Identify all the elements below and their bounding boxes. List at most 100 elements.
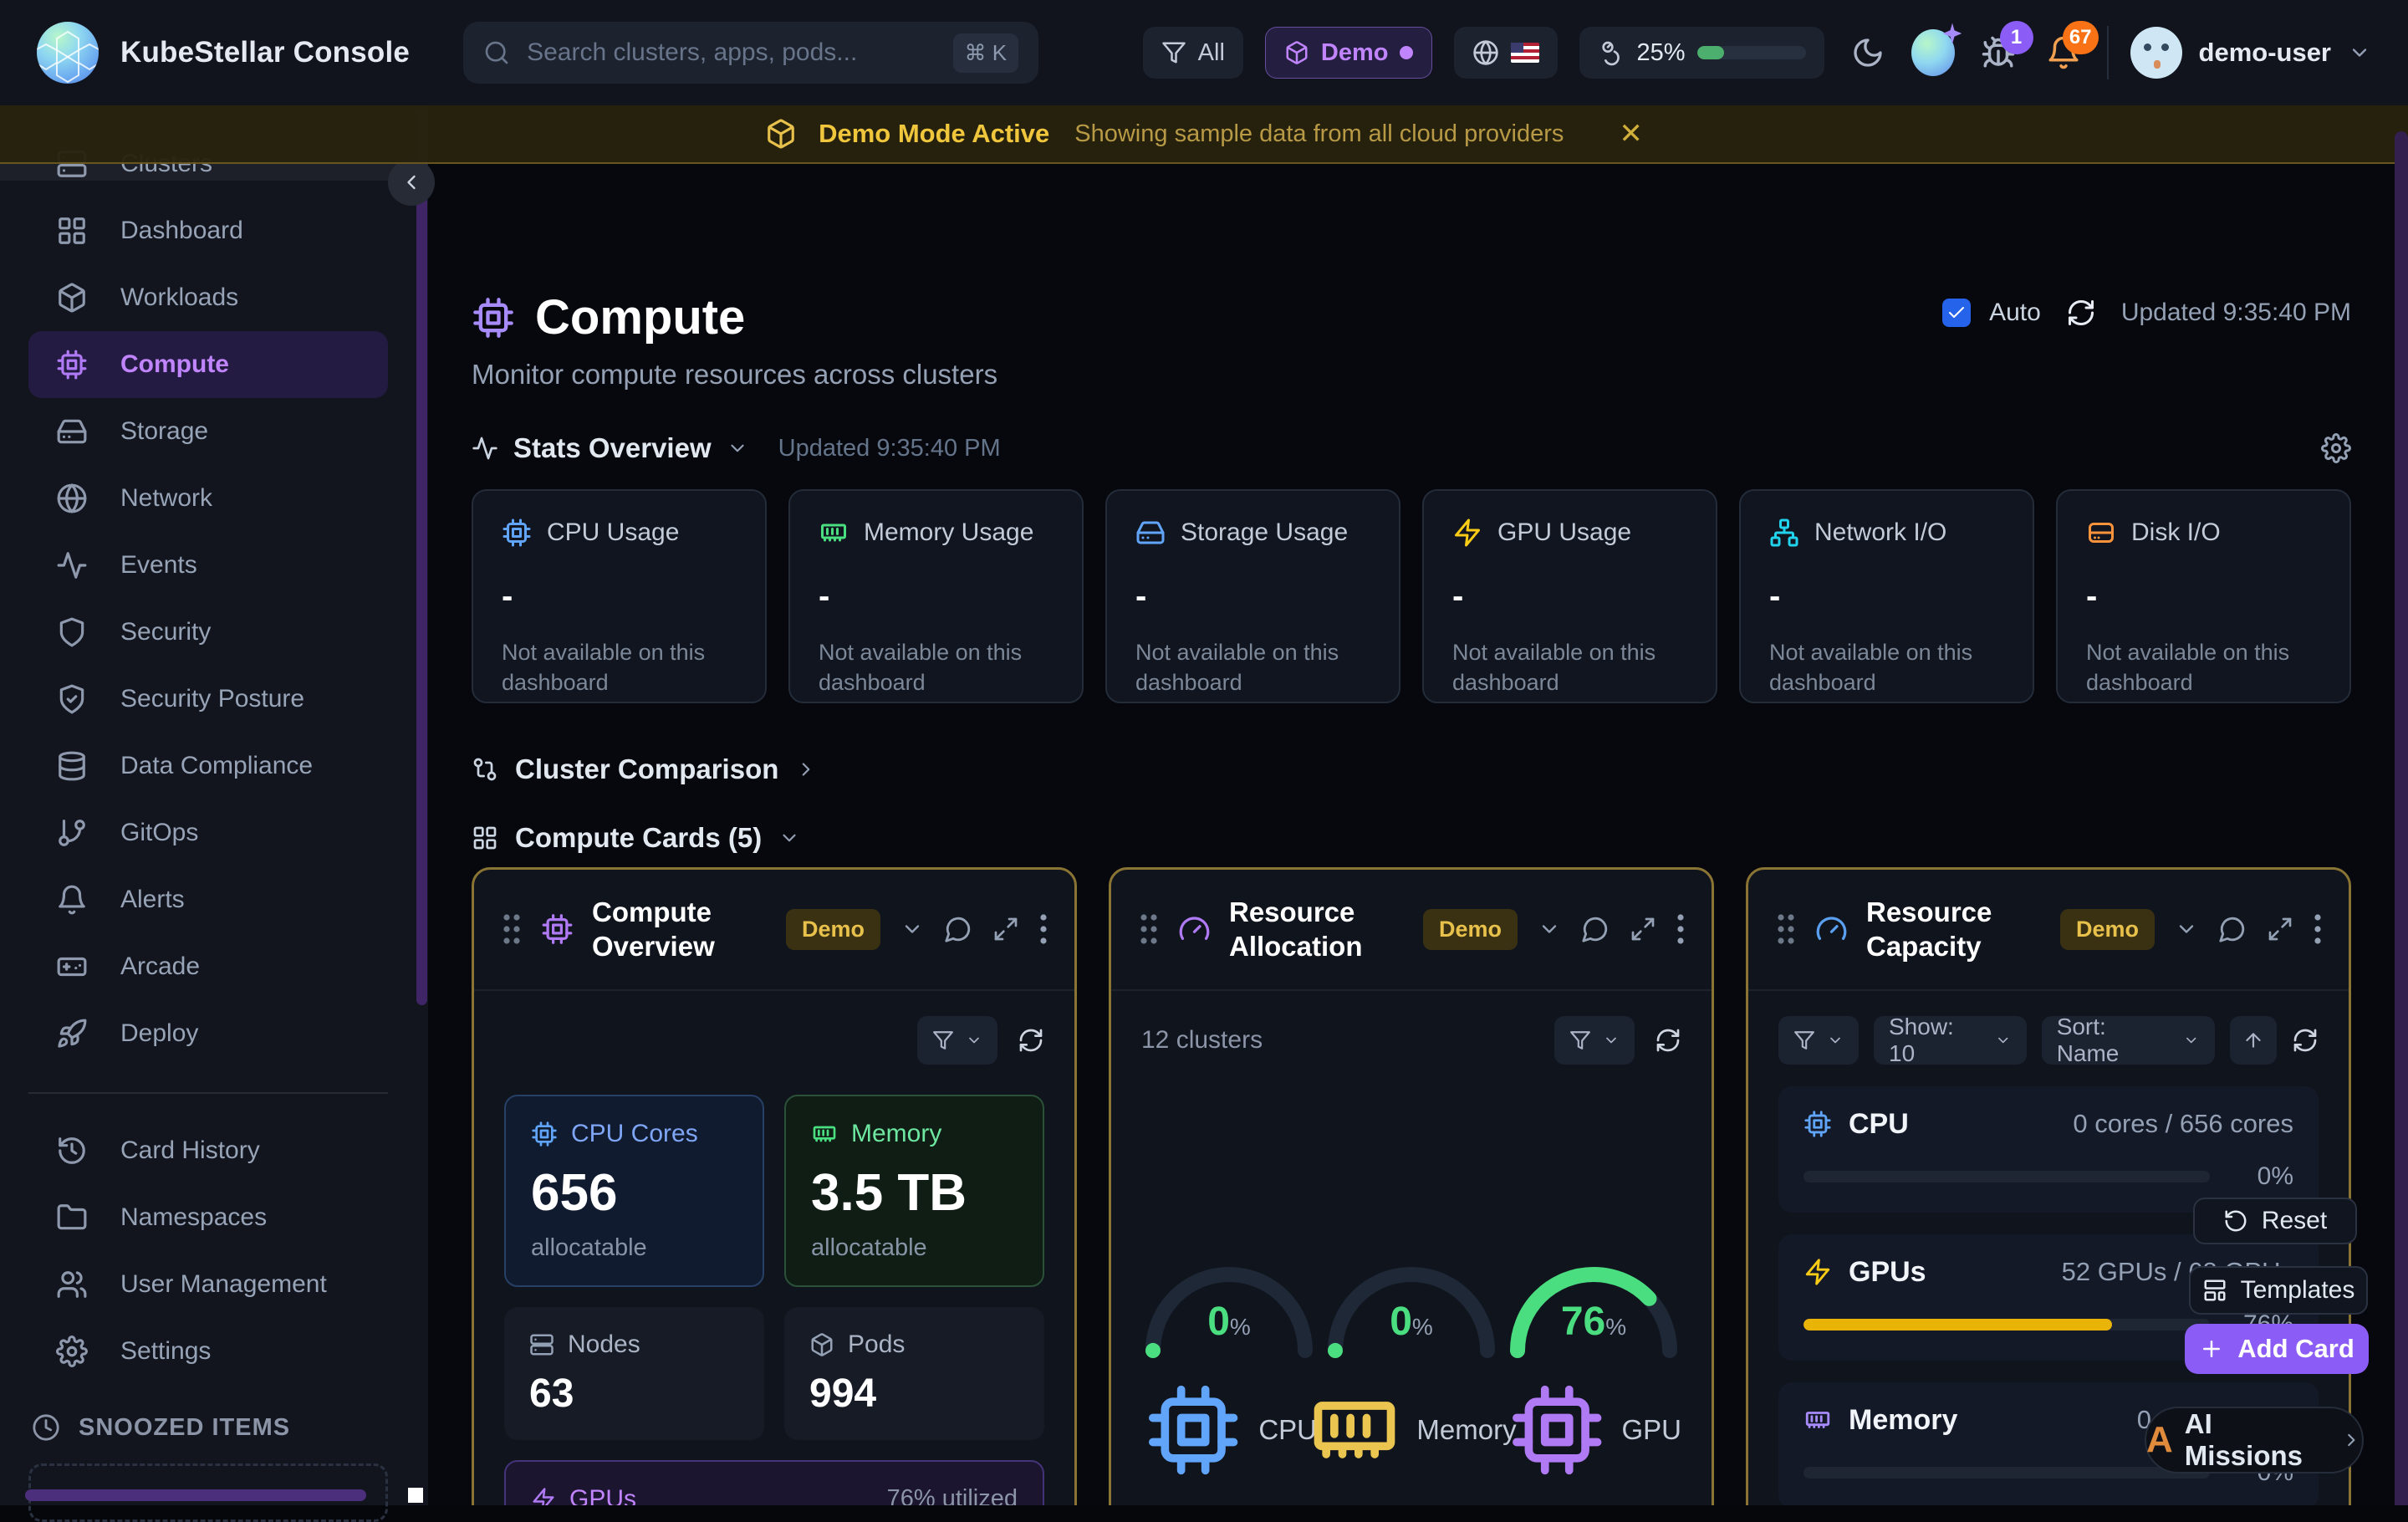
kebab-menu-icon[interactable] bbox=[1676, 914, 1685, 944]
shield-icon bbox=[55, 616, 89, 648]
chevron-down-icon[interactable] bbox=[1538, 917, 1561, 941]
app-title: KubeStellar Console bbox=[120, 36, 410, 69]
capacity-refresh-button[interactable] bbox=[2292, 1027, 2319, 1054]
sidebar-item-label: Arcade bbox=[120, 953, 200, 981]
sidebar-item-security-posture[interactable]: Security Posture bbox=[0, 666, 416, 733]
sidebar-item-workloads[interactable]: Workloads bbox=[0, 264, 416, 331]
gauge-unit: % bbox=[1605, 1314, 1626, 1340]
sidebar-item-alerts[interactable]: Alerts bbox=[0, 866, 416, 933]
language-button[interactable] bbox=[1454, 27, 1558, 79]
expand-icon[interactable] bbox=[1630, 916, 1656, 942]
sidebar-item-arcade[interactable]: Arcade bbox=[0, 933, 416, 1000]
zoom-meter[interactable] bbox=[1697, 46, 1806, 59]
chevron-down-icon[interactable] bbox=[2175, 917, 2198, 941]
stat-note: Not available on this dashboard bbox=[1769, 637, 2004, 698]
chevron-down-icon[interactable] bbox=[900, 917, 924, 941]
sort-dropdown[interactable]: Sort: Name bbox=[2042, 1016, 2215, 1065]
sidebar-item-card-history[interactable]: Card History bbox=[0, 1117, 416, 1184]
gpu-utilized-label: 76% utilized bbox=[887, 1485, 1018, 1505]
sidebar-item-label: Card History bbox=[120, 1136, 260, 1165]
kebab-menu-icon[interactable] bbox=[1039, 914, 1048, 944]
sidebar-item-user-management[interactable]: User Management bbox=[0, 1251, 416, 1318]
sidebar-collapse-button[interactable] bbox=[388, 159, 435, 206]
debug-button[interactable]: 1 bbox=[1977, 31, 2020, 74]
stat-value: - bbox=[1769, 578, 2004, 615]
chat-icon[interactable] bbox=[1581, 915, 1610, 943]
add-card-label: Add Card bbox=[2237, 1334, 2354, 1364]
capacity-name: CPU bbox=[1849, 1108, 1909, 1141]
card-refresh-button[interactable] bbox=[1655, 1027, 1681, 1054]
notifications-button[interactable]: 67 bbox=[2042, 31, 2085, 74]
kebab-menu-icon[interactable] bbox=[2314, 914, 2322, 944]
add-card-button[interactable]: Add Card bbox=[2185, 1324, 2369, 1374]
demo-mode-button[interactable]: Demo bbox=[1265, 27, 1433, 79]
chat-icon[interactable] bbox=[2218, 915, 2247, 943]
assistant-button[interactable] bbox=[1911, 31, 1955, 74]
zap-icon bbox=[531, 1487, 556, 1506]
bell-icon bbox=[55, 884, 89, 916]
cpu-icon bbox=[1803, 1110, 1832, 1138]
sidebar-item-compute[interactable]: Compute bbox=[28, 331, 388, 398]
hard-drive-icon bbox=[1135, 518, 1166, 548]
sidebar-item-network[interactable]: Network bbox=[0, 465, 416, 532]
refresh-button[interactable] bbox=[2066, 298, 2096, 328]
sort-direction-button[interactable] bbox=[2230, 1016, 2277, 1065]
chevron-down-icon[interactable] bbox=[727, 437, 748, 459]
sidebar-item-security[interactable]: Security bbox=[0, 599, 416, 666]
database-icon bbox=[55, 750, 89, 782]
reset-button[interactable]: Reset bbox=[2193, 1198, 2357, 1244]
reset-label: Reset bbox=[2262, 1207, 2327, 1235]
show-count-dropdown[interactable]: Show: 10 bbox=[1874, 1016, 2027, 1065]
auto-refresh-checkbox[interactable] bbox=[1942, 299, 1971, 327]
stats-settings-button[interactable] bbox=[2321, 433, 2351, 463]
drag-handle-icon[interactable] bbox=[1138, 912, 1160, 946]
funnel-icon bbox=[1161, 40, 1186, 65]
sidebar-item-events[interactable]: Events bbox=[0, 532, 416, 599]
filter-all-button[interactable]: All bbox=[1143, 27, 1243, 79]
sort-label: Sort: Name bbox=[2057, 1014, 2171, 1067]
card-refresh-button[interactable] bbox=[1018, 1027, 1044, 1054]
expand-icon[interactable] bbox=[992, 916, 1019, 942]
drag-handle-icon[interactable] bbox=[501, 912, 523, 946]
stat-note: Not available on this dashboard bbox=[1135, 637, 1370, 698]
zoom-control[interactable]: 25% bbox=[1579, 27, 1824, 79]
sidebar-item-label: Settings bbox=[120, 1337, 211, 1366]
chat-icon[interactable] bbox=[944, 915, 972, 943]
drag-handle-icon[interactable] bbox=[1775, 912, 1797, 946]
stat-label: Memory Usage bbox=[864, 518, 1033, 547]
sidebar-divider bbox=[28, 1092, 388, 1094]
sidebar-item-gitops[interactable]: GitOps bbox=[0, 799, 416, 866]
sidebar-horizontal-scrollbar[interactable] bbox=[25, 1489, 366, 1501]
card-filter-button[interactable] bbox=[917, 1016, 997, 1065]
memory-icon bbox=[1803, 1406, 1832, 1434]
sidebar-item-settings[interactable]: Settings bbox=[0, 1318, 416, 1385]
sidebar-item-data-compliance[interactable]: Data Compliance bbox=[0, 733, 416, 799]
memory-icon bbox=[811, 1121, 838, 1147]
box-icon bbox=[809, 1332, 834, 1357]
memory-icon bbox=[1306, 1382, 1403, 1479]
templates-button[interactable]: Templates bbox=[2189, 1266, 2368, 1315]
sidebar-item-label: Security Posture bbox=[120, 685, 304, 713]
card-filter-button[interactable] bbox=[1554, 1016, 1635, 1065]
sidebar-item-namespaces[interactable]: Namespaces bbox=[0, 1184, 416, 1251]
user-menu[interactable]: demo-user bbox=[2130, 27, 2371, 79]
chevron-left-icon bbox=[400, 171, 423, 194]
banner-close-button[interactable]: ✕ bbox=[1619, 117, 1643, 151]
sidebar-item-storage[interactable]: Storage bbox=[0, 398, 416, 465]
global-search-input[interactable]: Search clusters, apps, pods... ⌘ K bbox=[463, 22, 1038, 84]
capacity-filter-button[interactable] bbox=[1778, 1016, 1859, 1065]
sidebar-item-deploy[interactable]: Deploy bbox=[0, 1000, 416, 1067]
cluster-comparison-toggle[interactable]: Cluster Comparison bbox=[472, 753, 2351, 785]
stat-card-memory-usage: Memory Usage - Not available on this das… bbox=[788, 489, 1084, 703]
page-scrollbar[interactable] bbox=[2395, 131, 2408, 1505]
theme-toggle-button[interactable] bbox=[1846, 31, 1890, 74]
tile-value: 656 bbox=[531, 1163, 737, 1223]
chevron-down-icon bbox=[1603, 1032, 1620, 1049]
sidebar-scrollbar[interactable] bbox=[416, 110, 427, 1005]
ai-missions-button[interactable]: A AI Missions bbox=[2145, 1407, 2364, 1473]
sidebar-item-dashboard[interactable]: Dashboard bbox=[0, 197, 416, 264]
expand-icon[interactable] bbox=[2267, 916, 2293, 942]
compute-cards-toggle[interactable]: Compute Cards (5) bbox=[472, 822, 2351, 854]
stats-overview-header[interactable]: Stats Overview bbox=[513, 432, 712, 464]
shield-check-icon bbox=[55, 683, 89, 715]
